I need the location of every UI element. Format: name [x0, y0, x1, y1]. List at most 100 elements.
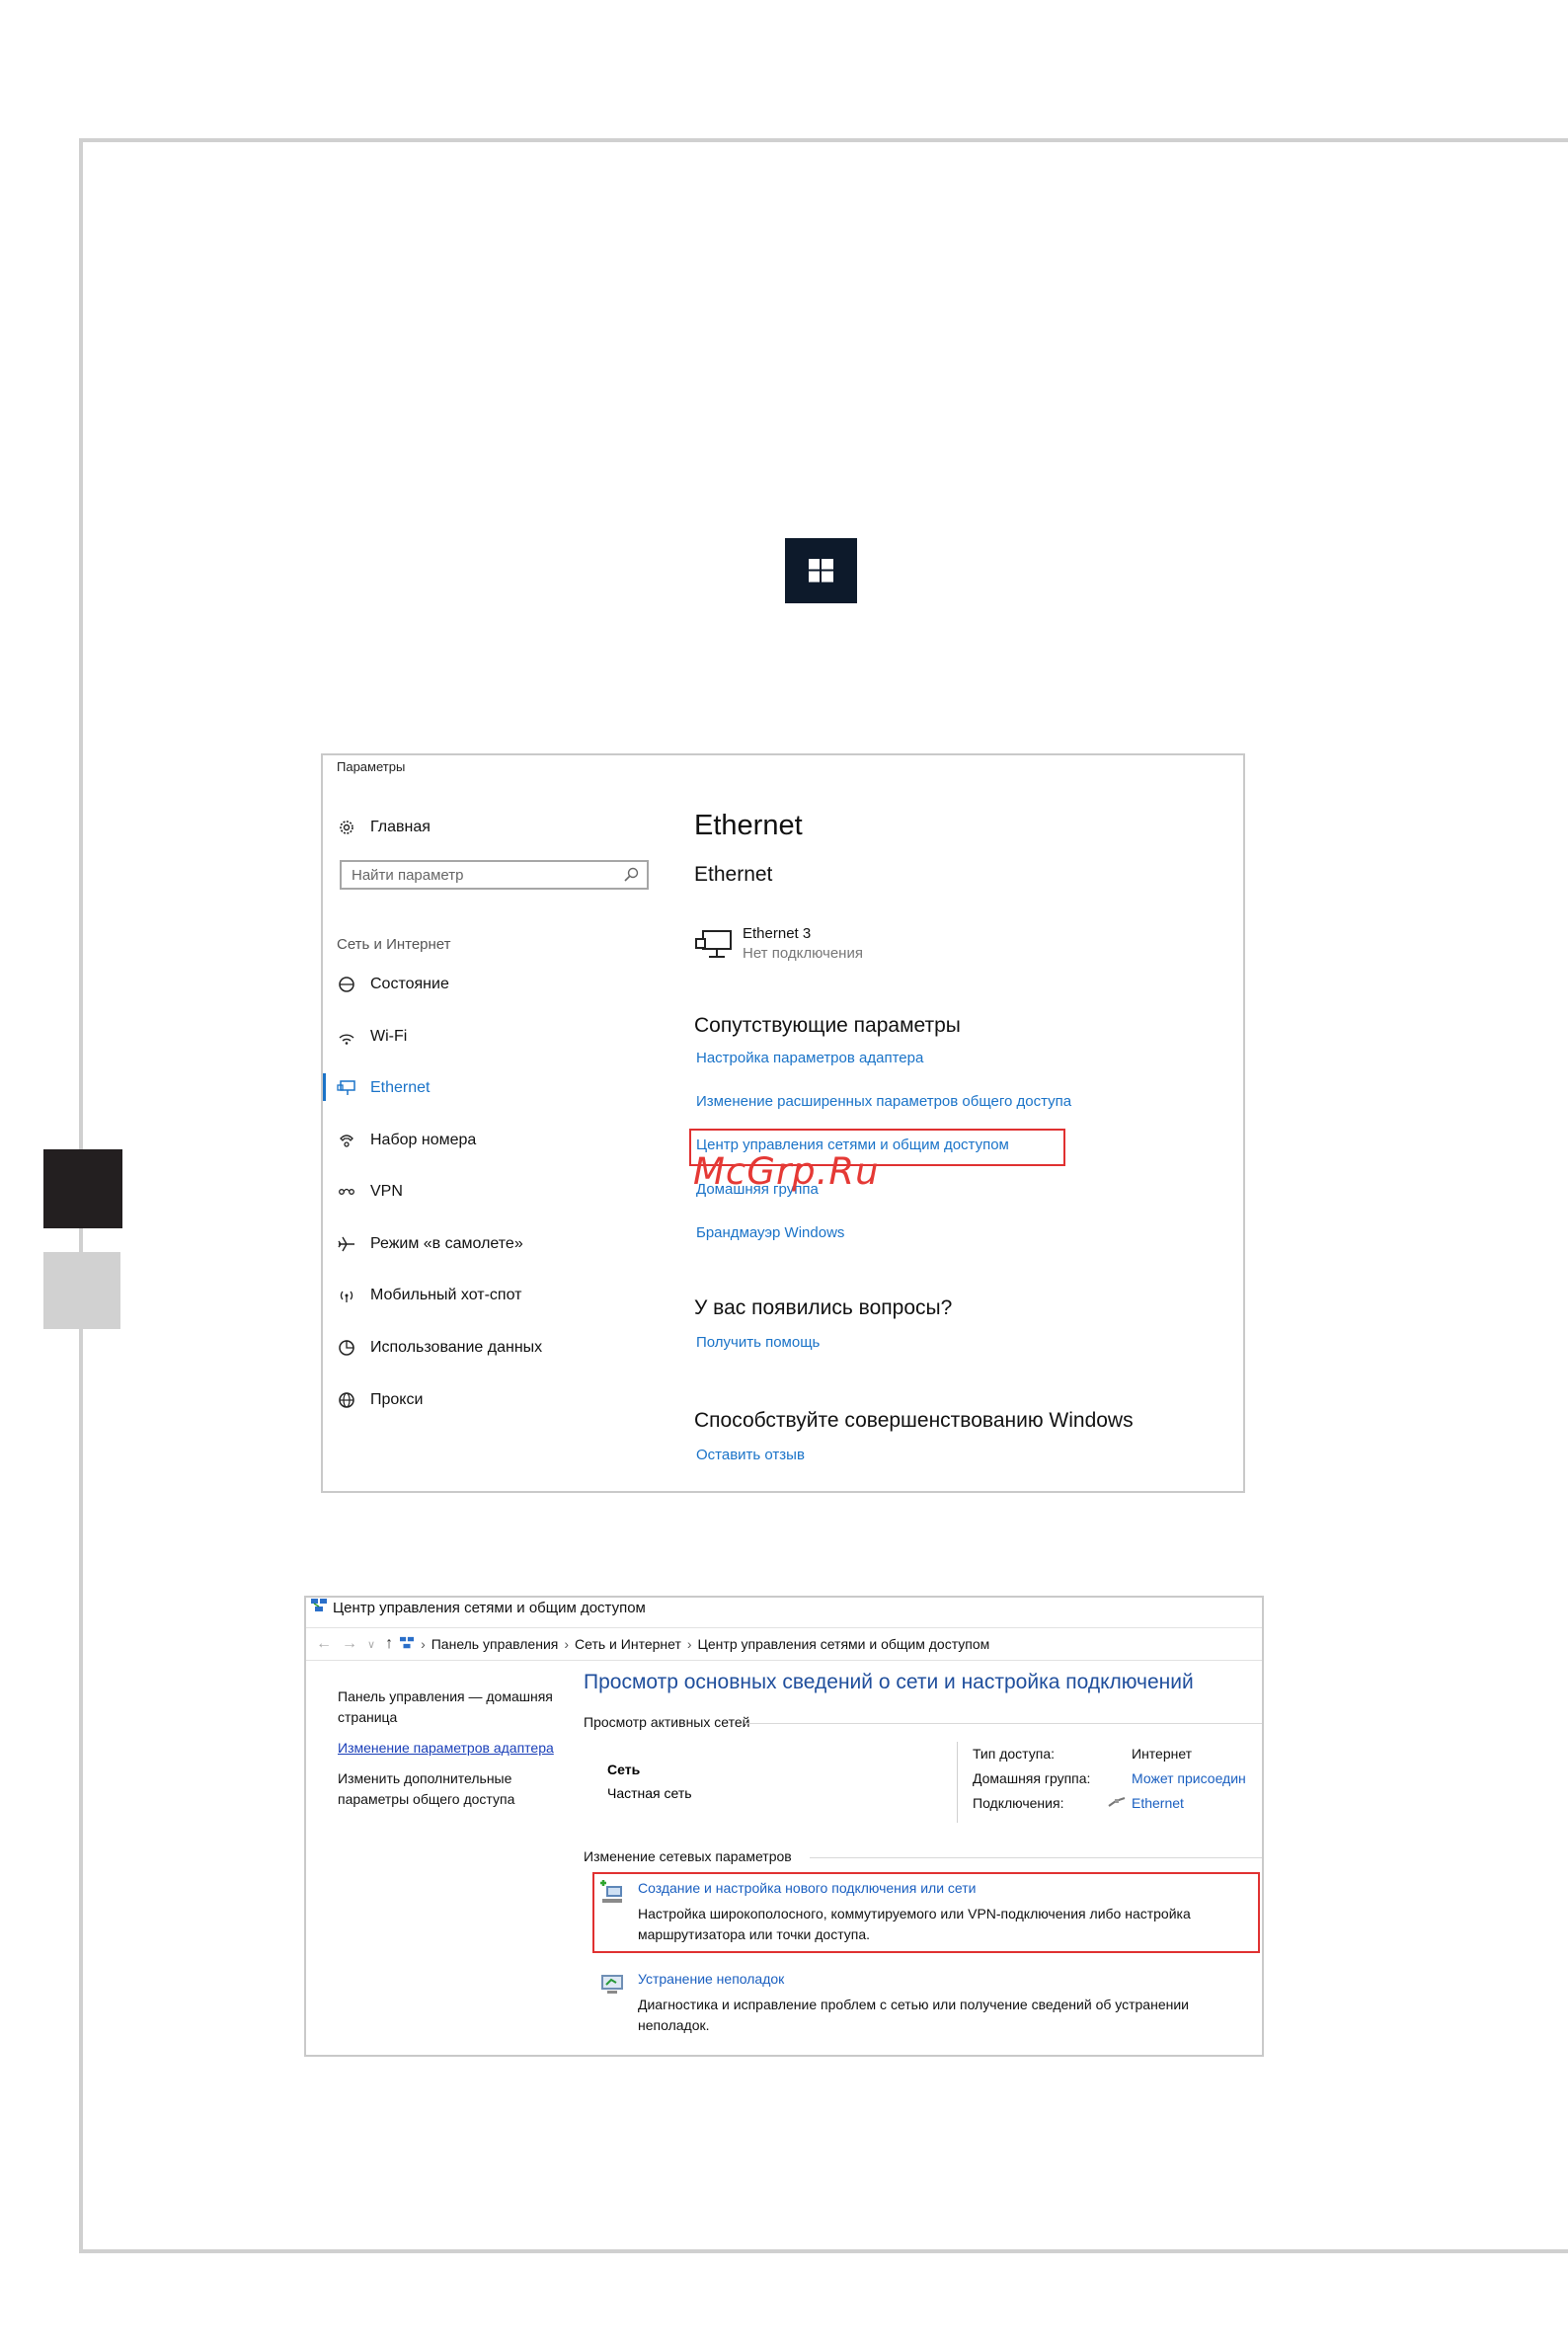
- nav-label: Мобильный хот-спот: [370, 1287, 522, 1303]
- homegroup-label: Домашняя группа:: [973, 1770, 1091, 1786]
- nav-wifi[interactable]: Wi-Fi: [337, 1022, 407, 1052]
- nav-airplane[interactable]: Режим «в самолете»: [337, 1229, 523, 1259]
- divider: [810, 1857, 1262, 1858]
- desc-line: Настройка широкополосного, коммутируемог…: [638, 1906, 1191, 1921]
- page-subtitle: Ethernet: [694, 863, 773, 886]
- breadcrumb-item[interactable]: Панель управления: [431, 1636, 559, 1652]
- window-title: Параметры: [337, 759, 406, 774]
- page-title: Просмотр основных сведений о сети и наст…: [584, 1671, 1194, 1693]
- address-bar: ← → ∨ ↑ › Панель управления › Сеть и Инт…: [306, 1627, 1262, 1661]
- connection-link[interactable]: Ethernet: [1108, 1795, 1184, 1811]
- chapter-tab-light: [43, 1252, 120, 1329]
- nav-home-label: Главная: [370, 819, 431, 835]
- search-icon: [623, 866, 641, 888]
- window-title: Центр управления сетями и общим доступом: [310, 1598, 646, 1617]
- desc-line: неполадок.: [638, 2017, 710, 2033]
- related-heading: Сопутствующие параметры: [694, 1014, 961, 1037]
- search-placeholder: Найти параметр: [352, 866, 464, 884]
- nav-label: Использование данных: [370, 1339, 543, 1356]
- nav-home[interactable]: Главная: [337, 813, 431, 842]
- airplane-icon: [337, 1234, 356, 1254]
- vpn-icon: [337, 1182, 356, 1202]
- left-pane: Панель управления — домашняя страница Из…: [338, 1686, 555, 1820]
- watermark: McGrp.Ru: [693, 1150, 880, 1193]
- wifi-icon: [337, 1027, 356, 1047]
- troubleshoot-task[interactable]: Устранение неполадок Диагностика и испра…: [592, 1971, 1189, 2036]
- nav-label: Прокси: [370, 1391, 424, 1408]
- ethernet-icon: [337, 1078, 356, 1098]
- active-indicator: [323, 1073, 326, 1101]
- advanced-sharing-link[interactable]: Изменить дополнительные параметры общего…: [338, 1768, 555, 1810]
- chevron-right-icon: ›: [421, 1636, 426, 1652]
- nav-vpn[interactable]: VPN: [337, 1177, 403, 1207]
- nav-label: VPN: [370, 1183, 403, 1200]
- forward-icon[interactable]: →: [342, 1635, 357, 1653]
- nav-status[interactable]: Состояние: [337, 970, 449, 999]
- nav-label: Набор номера: [370, 1132, 477, 1148]
- new-connection-link[interactable]: Создание и настройка нового подключения …: [638, 1880, 1191, 1896]
- settings-window: Параметры Главная Найти параметр Сеть и …: [321, 753, 1245, 1493]
- up-icon[interactable]: ↑: [385, 1635, 393, 1653]
- homegroup-value[interactable]: Может присоедин: [1132, 1770, 1246, 1786]
- network-name: Сеть: [607, 1762, 641, 1777]
- firewall-link[interactable]: Брандмауэр Windows: [696, 1224, 844, 1241]
- breadcrumb-item[interactable]: Сеть и Интернет: [575, 1636, 681, 1652]
- nav-hotspot[interactable]: Мобильный хот-спот: [337, 1281, 521, 1310]
- access-type-value: Интернет: [1132, 1746, 1193, 1762]
- nav-label: Ethernet: [370, 1079, 431, 1096]
- new-connection-task[interactable]: Создание и настройка нового подключения …: [592, 1880, 1191, 1945]
- nav-data-usage[interactable]: Использование данных: [337, 1333, 542, 1363]
- nav-dialup[interactable]: Набор номера: [337, 1126, 476, 1155]
- back-icon[interactable]: ←: [316, 1635, 332, 1653]
- network-adapter-icon: [695, 929, 733, 966]
- feedback-link[interactable]: Оставить отзыв: [696, 1447, 805, 1463]
- divider: [957, 1742, 958, 1823]
- troubleshoot-icon: [598, 1971, 626, 2036]
- chapter-tab-dark: [43, 1149, 122, 1228]
- divider: [745, 1723, 1262, 1724]
- windows-key-icon: [785, 538, 857, 603]
- nav-proxy[interactable]: Прокси: [337, 1385, 423, 1415]
- cp-home-link[interactable]: Панель управления — домашняя страница: [338, 1686, 555, 1728]
- nav-label: Состояние: [370, 976, 449, 992]
- adapter-status: Нет подключения: [743, 945, 863, 962]
- chevron-down-icon[interactable]: ∨: [367, 1638, 375, 1651]
- questions-heading: У вас появились вопросы?: [694, 1296, 953, 1319]
- nav-label: Wi-Fi: [370, 1028, 408, 1045]
- chevron-right-icon: ›: [564, 1636, 570, 1652]
- status-icon: [337, 975, 356, 994]
- troubleshoot-desc: Диагностика и исправление проблем с сеть…: [638, 1995, 1189, 2036]
- network-center-window: Центр управления сетями и общим доступом…: [304, 1596, 1264, 2057]
- chevron-right-icon: ›: [686, 1636, 692, 1652]
- change-adapter-link[interactable]: Изменение параметров адаптера: [338, 1738, 555, 1759]
- sharing-settings-link[interactable]: Изменение расширенных параметров общего …: [696, 1093, 1071, 1110]
- control-panel-icon: [399, 1636, 415, 1653]
- adapter-settings-link[interactable]: Настройка параметров адаптера: [696, 1050, 923, 1066]
- ethernet-cable-icon: [1108, 1795, 1126, 1811]
- hotspot-icon: [337, 1286, 356, 1305]
- active-networks-label: Просмотр активных сетей: [584, 1714, 750, 1730]
- nav-label: Режим «в самолете»: [370, 1235, 523, 1252]
- breadcrumb-item[interactable]: Центр управления сетями и общим доступом: [698, 1636, 990, 1652]
- page-title: Ethernet: [694, 810, 803, 841]
- network-type[interactable]: Частная сеть: [607, 1785, 692, 1801]
- network-center-icon: [310, 1598, 328, 1617]
- desc-line: Диагностика и исправление проблем с сеть…: [638, 1997, 1189, 2012]
- troubleshoot-link[interactable]: Устранение неполадок: [638, 1971, 1189, 1987]
- change-settings-label: Изменение сетевых параметров: [584, 1848, 792, 1864]
- help-link[interactable]: Получить помощь: [696, 1334, 820, 1351]
- improve-heading: Способствуйте совершенствованию Windows: [694, 1409, 1134, 1432]
- adapter-name: Ethernet 3: [743, 925, 812, 942]
- adapter-item[interactable]: Ethernet 3 Нет подключения: [695, 925, 863, 966]
- dialup-icon: [337, 1131, 356, 1150]
- window-title-text: Центр управления сетями и общим доступом: [333, 1599, 646, 1616]
- new-connection-desc: Настройка широкополосного, коммутируемог…: [638, 1904, 1191, 1945]
- search-input[interactable]: Найти параметр: [340, 860, 649, 890]
- access-type-label: Тип доступа:: [973, 1746, 1056, 1762]
- connections-label: Подключения:: [973, 1795, 1064, 1811]
- section-label: Сеть и Интернет: [337, 936, 451, 953]
- globe-icon: [337, 1390, 356, 1410]
- gear-icon: [337, 818, 356, 837]
- nav-ethernet[interactable]: Ethernet: [337, 1073, 430, 1103]
- data-usage-icon: [337, 1338, 356, 1358]
